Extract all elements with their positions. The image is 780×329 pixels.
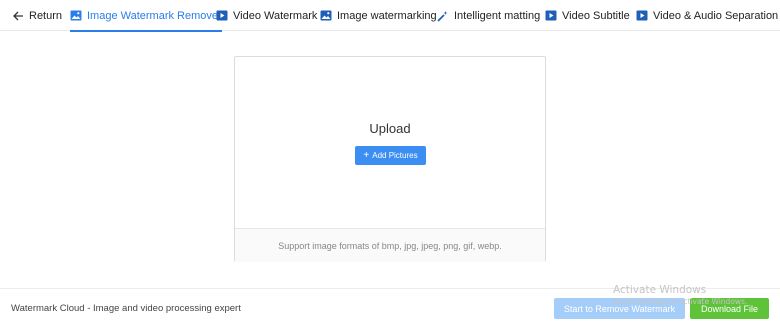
upload-dropzone[interactable]: Upload + Add Pictures Support image form…: [234, 56, 546, 262]
tab-label: Image Watermark Remover: [87, 9, 222, 22]
footer-tagline: Watermark Cloud - Image and video proces…: [11, 303, 241, 314]
tab-video-watermark[interactable]: Video Watermark: [216, 0, 317, 31]
upload-title: Upload: [369, 121, 411, 136]
tab-image-watermarking[interactable]: Image watermarking: [320, 0, 437, 31]
tab-label: Image watermarking: [337, 9, 437, 22]
activate-windows-title: Activate Windows: [613, 284, 707, 296]
image-icon: [70, 10, 82, 22]
tab-video-audio-separation[interactable]: Video & Audio Separation: [636, 0, 778, 31]
magic-wand-icon: [437, 10, 449, 22]
supported-formats-hint: Support image formats of bmp, jpg, jpeg,…: [235, 229, 545, 262]
add-pictures-button[interactable]: + Add Pictures: [355, 146, 426, 165]
activate-windows-subtitle: Go to Settings to activate Windows.: [613, 297, 748, 306]
tab-label: Video & Audio Separation: [653, 9, 779, 22]
tab-video-subtitle[interactable]: Video Subtitle: [545, 0, 630, 31]
activate-windows-watermark: Activate Windows Go to Settings to activ…: [613, 284, 747, 306]
arrow-left-icon: [12, 10, 24, 22]
tab-image-watermark-remover[interactable]: Image Watermark Remover: [70, 0, 222, 32]
tab-label: Video Subtitle: [562, 9, 630, 22]
image-icon: [320, 10, 332, 22]
video-icon: [216, 10, 228, 22]
video-icon: [545, 10, 557, 22]
tab-label: Intelligent matting: [454, 9, 541, 22]
plus-icon: +: [363, 149, 370, 161]
tab-label: Video Watermark: [233, 9, 318, 22]
return-button[interactable]: Return: [12, 0, 62, 31]
tab-intelligent-matting[interactable]: Intelligent matting: [437, 0, 540, 31]
top-nav: Return Image Watermark Remover Video Wat…: [0, 0, 780, 32]
return-label: Return: [29, 9, 63, 22]
add-pictures-label: Add Pictures: [372, 151, 418, 160]
video-icon: [636, 10, 648, 22]
